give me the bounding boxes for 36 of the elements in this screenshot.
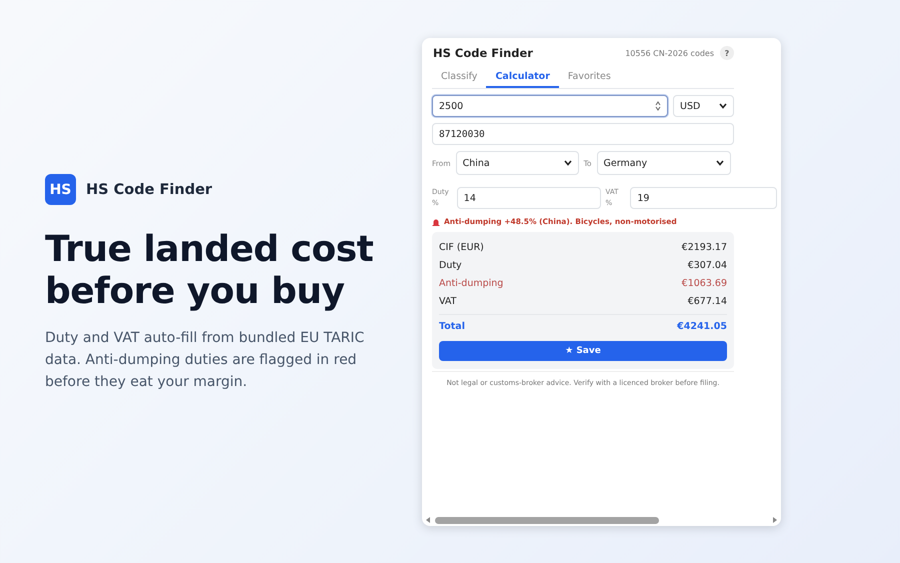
result-value: €677.14 <box>688 296 727 306</box>
code-count: 10556 CN-2026 codes <box>625 48 714 58</box>
vat-input[interactable]: 19 <box>630 187 777 209</box>
scroll-right-icon[interactable] <box>772 517 777 523</box>
hs-code-input[interactable]: 87120030 <box>432 123 734 145</box>
app-logo: HS <box>45 174 76 205</box>
brand-name: HS Code Finder <box>86 182 212 198</box>
result-value: €307.04 <box>688 260 727 270</box>
chevron-down-icon <box>716 160 724 166</box>
help-button[interactable]: ? <box>720 46 734 60</box>
amount-input[interactable]: 2500 <box>432 95 668 117</box>
scroll-left-icon[interactable] <box>426 517 431 523</box>
result-label: Anti-dumping <box>439 278 504 288</box>
destination-select[interactable]: Germany <box>596 151 730 175</box>
save-button[interactable]: ★ Save <box>439 341 727 361</box>
headline: True landed cost before you buy <box>45 229 374 313</box>
result-label: Total <box>439 320 465 332</box>
result-value: €2193.17 <box>682 242 727 252</box>
result-value: €1063.69 <box>682 278 727 288</box>
tab[interactable]: Calculator <box>486 66 559 88</box>
result-label: Duty <box>439 260 462 270</box>
popup-title: HS Code Finder <box>433 46 533 60</box>
duty-input[interactable]: 14 <box>456 187 601 209</box>
scrollbar-thumb[interactable] <box>435 516 659 524</box>
spinner-icon <box>655 101 661 111</box>
description: Duty and VAT auto-fill from bundled EU TARIC data. Anti-dumping duties are flagged in red before they eat your margin. <box>45 329 365 392</box>
chevron-down-icon <box>719 103 727 109</box>
origin-select[interactable]: China <box>456 151 579 175</box>
currency-select[interactable]: USD <box>673 95 734 117</box>
alarm-icon <box>432 218 440 226</box>
result-label: VAT <box>439 296 456 306</box>
result-value: €4241.05 <box>677 320 727 332</box>
tab[interactable]: Classify <box>432 66 486 88</box>
result-label: CIF (EUR) <box>439 242 484 252</box>
tab[interactable]: Favorites <box>558 66 620 88</box>
chevron-down-icon <box>564 160 572 166</box>
